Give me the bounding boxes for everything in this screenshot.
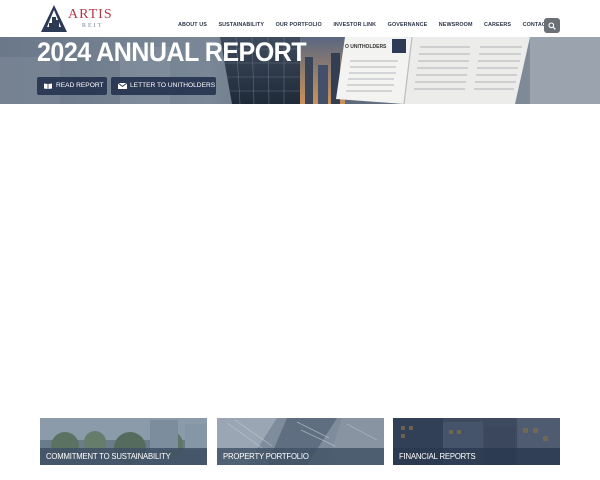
search-button[interactable] xyxy=(544,18,560,33)
nav-careers[interactable]: CAREERS xyxy=(484,21,511,31)
nav-investor-link[interactable]: INVESTOR LINK xyxy=(333,21,376,31)
card-property-portfolio[interactable]: PROPERTY PORTFOLIO xyxy=(217,418,384,465)
main-navigation: ABOUT US SUSTAINABILITY OUR PORTFOLIO IN… xyxy=(178,21,561,31)
card-label: COMMITMENT TO SUSTAINABILITY xyxy=(46,451,171,461)
envelope-icon xyxy=(118,83,127,89)
letter-to-unitholders-label: LETTER TO UNITHOLDERS xyxy=(130,82,216,89)
read-report-label: READ REPORT xyxy=(56,82,104,89)
nav-sustainability[interactable]: SUSTAINABILITY xyxy=(218,21,264,31)
site-header: ARTIS REIT ABOUT US SUSTAINABILITY OUR P… xyxy=(0,0,600,37)
card-label: PROPERTY PORTFOLIO xyxy=(223,451,309,461)
nav-about-us[interactable]: ABOUT US xyxy=(178,21,207,31)
search-icon xyxy=(548,21,556,30)
card-financial-reports[interactable]: FINANCIAL REPORTS xyxy=(393,418,560,465)
letter-to-unitholders-button[interactable]: LETTER TO UNITHOLDERS xyxy=(111,77,216,95)
nav-governance[interactable]: GOVERNANCE xyxy=(388,21,428,31)
nav-our-portfolio[interactable]: OUR PORTFOLIO xyxy=(276,21,322,31)
page-title: 2024 ANNUAL REPORT xyxy=(37,37,307,67)
card-commitment-to-sustainability[interactable]: COMMITMENT TO SUSTAINABILITY xyxy=(40,418,207,465)
logo-wordmark: ARTIS xyxy=(68,7,113,22)
logo-mark-icon xyxy=(41,5,67,32)
artis-reit-logo[interactable]: ARTIS REIT xyxy=(40,5,120,33)
book-icon xyxy=(44,83,52,89)
card-label: FINANCIAL REPORTS xyxy=(399,451,476,461)
nav-newsroom[interactable]: NEWSROOM xyxy=(439,21,473,31)
hero-banner: O UNITHOLDERS 2024 ANNUAL REPORT READ RE… xyxy=(0,37,600,104)
read-report-button[interactable]: READ REPORT xyxy=(37,77,107,95)
report-page-heading: O UNITHOLDERS xyxy=(345,44,387,50)
logo-subtitle: REIT xyxy=(82,23,104,29)
